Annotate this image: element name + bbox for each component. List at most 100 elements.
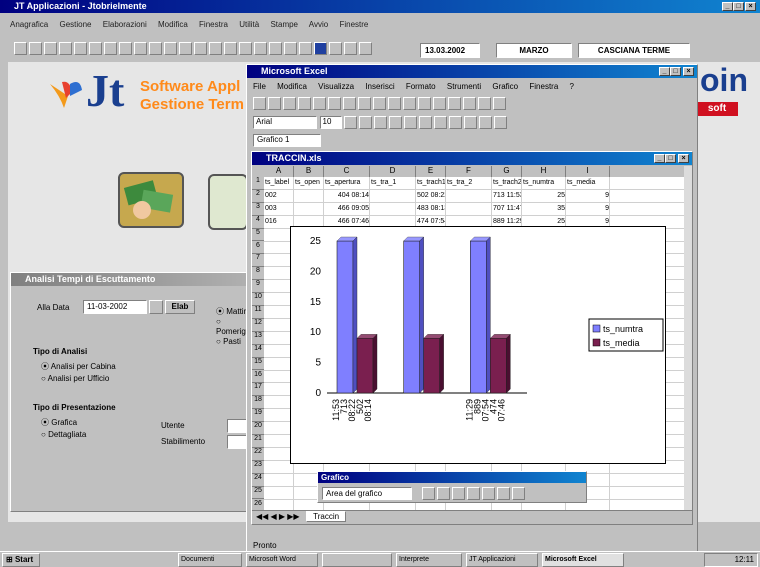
toolbar-button[interactable] — [224, 42, 237, 55]
menu-finestre[interactable]: Finestre — [339, 20, 368, 29]
menu-elaborazioni[interactable]: Elaborazioni — [103, 20, 147, 29]
table-cell[interactable] — [447, 203, 491, 216]
toolbar-button[interactable] — [149, 42, 162, 55]
minimize-icon[interactable]: _ — [654, 154, 665, 163]
zoom-icon[interactable] — [478, 97, 491, 110]
close-icon[interactable]: × — [683, 67, 694, 76]
excel-menu-modifica[interactable]: Modifica — [277, 82, 307, 91]
table-cell[interactable] — [447, 190, 491, 203]
copy-icon[interactable] — [358, 97, 371, 110]
row-header[interactable]: 19 — [252, 409, 264, 423]
table-cell[interactable]: 25 — [523, 190, 565, 203]
maximize-icon[interactable]: □ — [665, 154, 676, 163]
name-box[interactable]: Grafico 1 — [253, 134, 321, 147]
excel-menu-finestra[interactable]: Finestra — [529, 82, 558, 91]
row-header[interactable]: 23 — [252, 461, 264, 474]
taskbar-item[interactable] — [322, 553, 392, 567]
table-cell[interactable]: ts_open — [295, 177, 323, 190]
column-header[interactable]: F — [446, 166, 492, 177]
maximize-icon[interactable]: □ — [670, 67, 681, 76]
toolbar-button[interactable] — [344, 42, 357, 55]
toolbar-button[interactable] — [269, 42, 282, 55]
table-cell[interactable]: ts_apertura — [325, 177, 369, 190]
toolbar-button[interactable] — [299, 42, 312, 55]
table-cell[interactable] — [371, 203, 415, 216]
calendar-button[interactable] — [149, 300, 163, 314]
table-cell[interactable] — [371, 190, 415, 203]
sheet-tab-traccin[interactable]: Traccin — [306, 511, 347, 522]
location-field[interactable]: CASCIANA TERME — [578, 43, 690, 58]
taskbar-item[interactable]: Documenti — [178, 553, 242, 567]
currency-icon[interactable] — [434, 116, 448, 129]
close-icon[interactable]: × — [678, 154, 689, 163]
menu-finestra[interactable]: Finestra — [199, 20, 228, 29]
toolbar-button[interactable] — [164, 42, 177, 55]
table-cell[interactable]: 707 11:47 — [493, 203, 521, 216]
sort-icon[interactable] — [433, 97, 446, 110]
tab-nav-icon[interactable]: ◀◀ ◀ ▶ ▶▶ — [256, 512, 300, 521]
table-cell[interactable]: 483 08:13 — [417, 203, 445, 216]
date-field[interactable]: 13.03.2002 — [420, 43, 480, 58]
column-header[interactable]: C — [324, 166, 370, 177]
toolbar-button[interactable] — [194, 42, 207, 55]
toolbar-button[interactable] — [284, 42, 297, 55]
sum-icon[interactable] — [418, 97, 431, 110]
table-cell[interactable]: ts_tra_1 — [371, 177, 415, 190]
report-icon[interactable] — [208, 174, 248, 230]
row-header[interactable]: 11 — [252, 306, 264, 319]
fill-color-icon[interactable] — [479, 116, 493, 129]
pres-option-dettagliata[interactable]: ○ Dettagliata — [41, 429, 86, 441]
menu-anagrafica[interactable]: Anagrafica — [10, 20, 48, 29]
row-header[interactable]: 13 — [252, 332, 264, 345]
table-cell[interactable]: ts_tra_2 — [447, 177, 491, 190]
column-header[interactable]: I — [566, 166, 610, 177]
preview-icon[interactable] — [313, 97, 326, 110]
row-header[interactable]: 6 — [252, 242, 264, 255]
column-header[interactable]: E — [416, 166, 446, 177]
table-cell[interactable]: 404 08:14 — [325, 190, 369, 203]
excel-menu-grafico[interactable]: Grafico — [492, 82, 518, 91]
column-header[interactable]: A — [264, 166, 294, 177]
percent-icon[interactable] — [449, 116, 463, 129]
taskbar-item[interactable]: JT Applicazioni — [466, 553, 538, 567]
row-header[interactable]: 21 — [252, 435, 264, 448]
toolbar-button[interactable] — [44, 42, 57, 55]
start-button[interactable]: ⊞ Start — [2, 553, 40, 567]
draw-icon[interactable] — [463, 97, 476, 110]
chart-object[interactable]: 0 5 10 15 20 25 11:53 713 08:22 502 08:14 11:29 889 0… — [290, 226, 666, 464]
new-icon[interactable] — [253, 97, 266, 110]
toolbar-button[interactable] — [254, 42, 267, 55]
row-header[interactable]: 12 — [252, 319, 264, 332]
align-left-icon[interactable] — [389, 116, 403, 129]
menu-gestione[interactable]: Gestione — [59, 20, 91, 29]
font-size-select[interactable]: 10 — [319, 116, 342, 129]
row-header[interactable]: 5 — [252, 229, 264, 242]
table-cell[interactable] — [295, 203, 323, 216]
column-header[interactable]: D — [370, 166, 416, 177]
table-cell[interactable] — [295, 190, 323, 203]
row-header[interactable]: 15 — [252, 358, 264, 371]
row-header[interactable]: 25 — [252, 487, 264, 500]
menu-stampe[interactable]: Stampe — [270, 20, 298, 29]
row-header[interactable]: 16 — [252, 371, 264, 384]
table-cell[interactable]: ts_label — [265, 177, 293, 190]
toolbar-button[interactable] — [119, 42, 132, 55]
table-cell[interactable]: ts_media — [567, 177, 609, 190]
bold-icon[interactable] — [344, 116, 358, 129]
align-right-icon[interactable] — [419, 116, 433, 129]
toolbar-button[interactable] — [59, 42, 72, 55]
column-header[interactable]: B — [294, 166, 324, 177]
print-icon[interactable] — [298, 97, 311, 110]
maximize-icon[interactable]: □ — [733, 2, 744, 11]
type-option-ufficio[interactable]: ○ Analisi per Ufficio — [41, 373, 116, 385]
row-header[interactable]: 4 — [252, 216, 264, 229]
row-header[interactable]: 20 — [252, 422, 264, 435]
table-cell[interactable]: 016 — [265, 216, 293, 229]
table-cell[interactable]: ts_trach1 — [417, 177, 445, 190]
excel-menu-visualizza[interactable]: Visualizza — [318, 82, 354, 91]
menu-modifica[interactable]: Modifica — [158, 20, 188, 29]
table-cell[interactable]: 002 — [265, 190, 293, 203]
plant-input[interactable] — [227, 435, 247, 449]
table-cell[interactable]: ts_numtra — [523, 177, 565, 190]
table-cell[interactable]: ts_trach2 — [493, 177, 521, 190]
